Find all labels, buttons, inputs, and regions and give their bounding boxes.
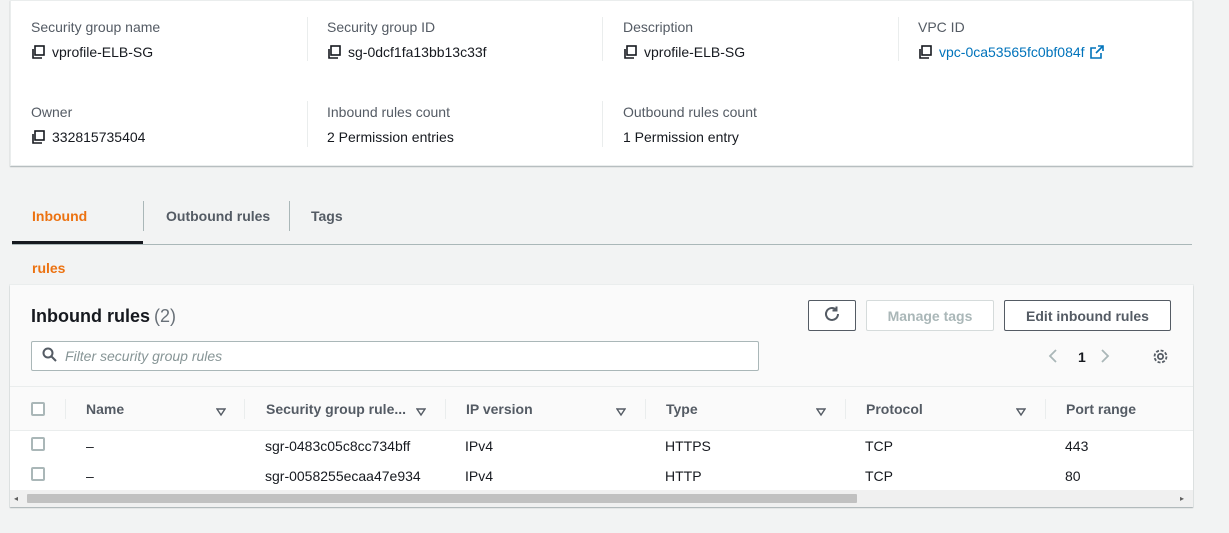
tab-divider xyxy=(143,201,144,231)
column-header-type[interactable]: Type xyxy=(666,387,698,431)
scroll-right-arrow-icon[interactable]: ▸ xyxy=(1180,494,1184,503)
column-header-ip-version[interactable]: IP version xyxy=(466,387,533,431)
tab-bar: Inbound rules Outbound rules Tags xyxy=(12,190,1192,276)
refresh-icon xyxy=(823,305,841,326)
sg-name-field: Security group name vprofile-ELB-SG xyxy=(31,18,311,61)
vpc-id-field: VPC ID vpc-0ca53565fc0bf084f xyxy=(918,18,1198,61)
column-header-rule-id[interactable]: Security group rule... xyxy=(266,387,406,431)
scroll-left-arrow-icon[interactable]: ◂ xyxy=(14,494,18,503)
copy-icon[interactable] xyxy=(327,45,341,59)
column-divider xyxy=(244,399,245,419)
chevron-left-icon[interactable] xyxy=(1048,348,1062,367)
tab-tags[interactable]: Tags xyxy=(291,190,363,244)
rules-title-text: Inbound rules xyxy=(31,306,150,326)
vpc-id-label: VPC ID xyxy=(918,19,965,35)
cell-rule-id: sgr-0058255ecaa47e934 xyxy=(265,468,421,484)
scrollbar-thumb[interactable] xyxy=(27,494,857,503)
cell-type: HTTPS xyxy=(665,438,711,454)
column-divider xyxy=(1045,399,1046,419)
row-checkbox[interactable] xyxy=(31,467,45,481)
tab-inbound-rules[interactable]: Inbound rules xyxy=(12,190,143,276)
outbound-count-field: Outbound rules count 1 Permission entry xyxy=(623,103,903,146)
manage-tags-button[interactable]: Manage tags xyxy=(866,300,994,331)
cell-name: – xyxy=(86,438,94,454)
rules-panel-title: Inbound rules (2) xyxy=(31,305,176,327)
column-divider xyxy=(445,399,446,419)
inbound-count-label: Inbound rules count xyxy=(327,104,450,120)
sg-name-value: vprofile-ELB-SG xyxy=(52,44,154,60)
column-divider xyxy=(65,399,66,419)
description-field: Description vprofile-ELB-SG xyxy=(623,18,903,61)
sort-icon[interactable] xyxy=(415,404,427,417)
cell-port-range: 443 xyxy=(1065,438,1089,454)
rules-panel-header: Inbound rules (2) Manage tags Edit inboun… xyxy=(10,285,1193,387)
sg-id-label: Security group ID xyxy=(327,19,436,35)
column-divider xyxy=(307,17,308,61)
column-divider xyxy=(645,399,646,419)
inbound-count-field: Inbound rules count 2 Permission entries xyxy=(327,103,607,146)
sg-name-label: Security group name xyxy=(31,19,161,35)
chevron-right-icon[interactable] xyxy=(1100,348,1114,367)
column-divider xyxy=(602,17,603,61)
tab-outbound-rules[interactable]: Outbound rules xyxy=(146,190,290,244)
table-row[interactable]: – sgr-0058255ecaa47e934 IPv4 HTTP TCP 80 xyxy=(10,461,1193,491)
filter-search-box[interactable] xyxy=(31,341,759,371)
owner-value: 332815735404 xyxy=(52,129,146,145)
column-divider xyxy=(898,17,899,61)
sort-icon[interactable] xyxy=(215,404,227,417)
filter-search-input[interactable] xyxy=(65,348,715,364)
owner-label: Owner xyxy=(31,104,73,120)
column-header-port-range[interactable]: Port range xyxy=(1066,387,1136,431)
row-checkbox[interactable] xyxy=(31,437,45,451)
select-all-checkbox[interactable] xyxy=(31,402,45,416)
copy-icon[interactable] xyxy=(918,45,932,59)
table-header: Name Security group rule... IP version T… xyxy=(10,387,1193,431)
horizontal-scrollbar[interactable]: ◂ ▸ xyxy=(10,490,1193,507)
cell-type: HTTP xyxy=(665,468,702,484)
cell-protocol: TCP xyxy=(865,438,893,454)
sort-icon[interactable] xyxy=(615,404,627,417)
outbound-count-label: Outbound rules count xyxy=(623,104,757,120)
cell-ip-version: IPv4 xyxy=(465,438,494,454)
column-header-protocol[interactable]: Protocol xyxy=(866,387,923,431)
pagination: 1 xyxy=(1048,347,1114,367)
sg-id-field: Security group ID sg-0dcf1fa13bb13c33f xyxy=(327,18,607,61)
external-link-icon[interactable] xyxy=(1089,45,1104,59)
column-header-name[interactable]: Name xyxy=(86,387,124,431)
copy-icon[interactable] xyxy=(31,130,45,144)
column-divider xyxy=(845,399,846,419)
vpc-id-link[interactable]: vpc-0ca53565fc0bf084f xyxy=(939,43,1085,61)
sg-id-value: sg-0dcf1fa13bb13c33f xyxy=(348,44,487,60)
security-group-details-panel: Security group name vprofile-ELB-SG Secu… xyxy=(10,0,1193,166)
sort-icon[interactable] xyxy=(815,404,827,417)
sort-icon[interactable] xyxy=(1015,404,1027,417)
tab-divider xyxy=(289,201,290,231)
inbound-count-value: 2 Permission entries xyxy=(327,129,454,145)
search-icon xyxy=(42,347,57,365)
refresh-button[interactable] xyxy=(808,300,856,331)
copy-icon[interactable] xyxy=(623,45,637,59)
copy-icon[interactable] xyxy=(31,45,45,59)
description-value: vprofile-ELB-SG xyxy=(644,44,746,60)
edit-inbound-rules-button[interactable]: Edit inbound rules xyxy=(1004,300,1171,331)
owner-field: Owner 332815735404 xyxy=(31,103,311,146)
cell-name: – xyxy=(86,468,94,484)
rules-count: (2) xyxy=(154,306,176,326)
outbound-count-value: 1 Permission entry xyxy=(623,129,739,145)
inbound-rules-panel: Inbound rules (2) Manage tags Edit inboun… xyxy=(10,285,1193,507)
gear-icon[interactable] xyxy=(1152,348,1169,368)
table-row[interactable]: – sgr-0483c05c8cc734bff IPv4 HTTPS TCP 4… xyxy=(10,431,1193,461)
cell-port-range: 80 xyxy=(1065,468,1081,484)
cell-ip-version: IPv4 xyxy=(465,468,494,484)
description-label: Description xyxy=(623,19,694,35)
cell-protocol: TCP xyxy=(865,468,893,484)
cell-rule-id: sgr-0483c05c8cc734bff xyxy=(265,438,411,454)
column-divider xyxy=(602,101,603,147)
page-number[interactable]: 1 xyxy=(1078,349,1086,365)
column-divider xyxy=(307,101,308,147)
